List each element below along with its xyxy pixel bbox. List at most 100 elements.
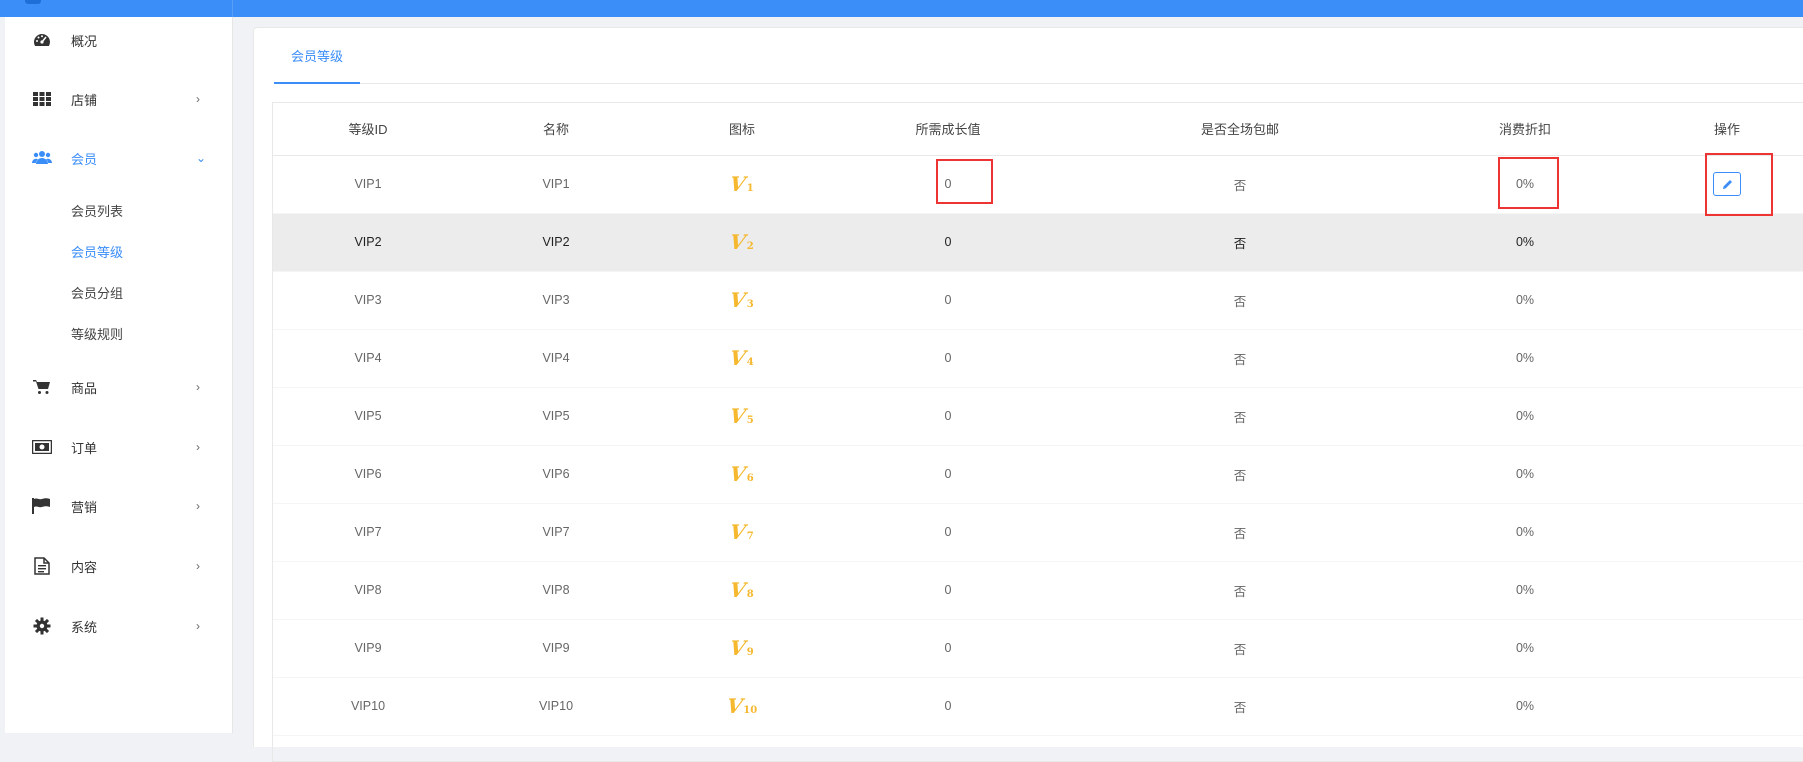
cell-name: VIP6 bbox=[463, 445, 649, 504]
table-row: VIP7 VIP7 V 7 0 否 0% bbox=[273, 503, 1803, 562]
tab-bar: 会员等级 bbox=[274, 28, 1803, 84]
cell-actions bbox=[1631, 677, 1803, 736]
vip-badge-icon: V2 bbox=[728, 230, 754, 254]
sidebar-item-label: 系统 bbox=[71, 619, 98, 635]
pencil-icon bbox=[1722, 179, 1732, 189]
cell-name: VIP5 bbox=[463, 387, 649, 446]
cell-icon: V 10 bbox=[649, 677, 835, 736]
cell-growth: 0 bbox=[835, 213, 1061, 272]
cell-free-shipping: 否 bbox=[1061, 677, 1419, 736]
cell-level-id: VIP10 bbox=[273, 677, 463, 736]
cell-growth: 0 bbox=[835, 271, 1061, 330]
cell-actions bbox=[1631, 387, 1803, 446]
cell-name: VIP4 bbox=[463, 329, 649, 388]
cell-name: VIP7 bbox=[463, 503, 649, 562]
cell-level-id: VIP4 bbox=[273, 329, 463, 388]
cell-icon: V6 bbox=[649, 445, 835, 504]
cell-free-shipping: 否 bbox=[1061, 213, 1419, 272]
cell-free-shipping: 否 bbox=[1061, 561, 1419, 620]
sidebar-sub-level-rules[interactable]: 等级规则 bbox=[71, 324, 123, 343]
sidebar-item-order[interactable]: 订单 › bbox=[0, 427, 233, 467]
cell-discount: 0% bbox=[1419, 155, 1631, 214]
sidebar-item-system[interactable]: 系统 › bbox=[0, 606, 233, 646]
vip-badge-level: 3 bbox=[746, 299, 754, 310]
cart-icon bbox=[32, 377, 52, 397]
edit-button[interactable] bbox=[1713, 172, 1741, 196]
column-header-free-shipping: 是否全场包邮 bbox=[1061, 103, 1419, 156]
vip-badge-level: 5 bbox=[746, 415, 754, 426]
cell-level-id: VIP9 bbox=[273, 619, 463, 678]
cell-discount: 0% bbox=[1419, 677, 1631, 736]
table-row: VIP3 VIP3 V 3 0 否 0% bbox=[273, 271, 1803, 330]
cell-discount: 0% bbox=[1419, 271, 1631, 330]
document-icon bbox=[32, 556, 52, 576]
column-header-discount: 消费折扣 bbox=[1419, 103, 1631, 156]
sidebar-item-label: 会员 bbox=[71, 151, 98, 167]
sidebar-item-member[interactable]: 会员 ⌄ bbox=[0, 138, 233, 178]
cell-name: VIP2 bbox=[463, 213, 649, 272]
cell-icon: V5 bbox=[649, 387, 835, 446]
vip-badge-level: 7 bbox=[746, 531, 754, 542]
cell-icon: V4 bbox=[649, 329, 835, 388]
cell-growth: 0 bbox=[835, 503, 1061, 562]
vip-badge-icon: V9 bbox=[728, 636, 754, 660]
vip-badge-icon: V5 bbox=[728, 404, 754, 428]
cell-actions bbox=[1631, 503, 1803, 562]
chevron-right-icon: › bbox=[196, 440, 200, 454]
cell-actions bbox=[1631, 329, 1803, 388]
users-icon bbox=[32, 148, 52, 168]
sidebar-item-content[interactable]: 内容 › bbox=[0, 546, 233, 586]
cell-level-id: VIP2 bbox=[273, 213, 463, 272]
chevron-right-icon: › bbox=[196, 92, 200, 106]
cell-icon: V7 bbox=[649, 503, 835, 562]
vip-badge-icon: V1 bbox=[728, 172, 754, 196]
sidebar-item-marketing[interactable]: 营销 › bbox=[0, 486, 233, 526]
sidebar-sub-member-list[interactable]: 会员列表 bbox=[71, 201, 123, 220]
vip-badge-icon: V8 bbox=[728, 578, 754, 602]
cell-actions bbox=[1631, 445, 1803, 504]
column-header-name: 名称 bbox=[463, 103, 649, 156]
member-level-table: 等级ID 名称 图标 所需成长值 是否全场包邮 消费折扣 操作 VIP1 VIP1… bbox=[272, 102, 1803, 762]
sidebar-item-store[interactable]: 店铺 › bbox=[0, 79, 233, 119]
cell-name: VIP9 bbox=[463, 619, 649, 678]
sidebar-sub-member-group[interactable]: 会员分组 bbox=[71, 283, 123, 302]
cell-free-shipping: 否 bbox=[1061, 445, 1419, 504]
chevron-right-icon: › bbox=[196, 499, 200, 513]
logo bbox=[25, 0, 41, 4]
cell-growth: 0 bbox=[835, 329, 1061, 388]
money-icon bbox=[32, 437, 52, 457]
sidebar-item-overview[interactable]: 概况 bbox=[0, 20, 233, 60]
cell-free-shipping: 否 bbox=[1061, 329, 1419, 388]
cell-actions bbox=[1631, 155, 1803, 214]
sidebar-item-label: 营销 bbox=[71, 499, 98, 515]
sidebar-item-product[interactable]: 商品 › bbox=[0, 367, 233, 407]
vip-badge-icon: V6 bbox=[728, 462, 754, 486]
tab-member-level[interactable]: 会员等级 bbox=[274, 28, 360, 84]
vip-badge-level: 1 bbox=[746, 183, 754, 194]
cell-level-id: VIP8 bbox=[273, 561, 463, 620]
sidebar-item-label: 概况 bbox=[71, 33, 98, 49]
cell-name: VIP8 bbox=[463, 561, 649, 620]
chevron-right-icon: › bbox=[196, 559, 200, 573]
sidebar-item-label: 店铺 bbox=[71, 92, 98, 108]
chevron-right-icon: › bbox=[196, 380, 200, 394]
grid-icon bbox=[32, 89, 52, 109]
cell-icon: V2 bbox=[649, 213, 835, 272]
table-header-row: 等级ID 名称 图标 所需成长值 是否全场包邮 消费折扣 操作 bbox=[273, 103, 1803, 156]
top-bar bbox=[0, 0, 1803, 17]
cell-actions bbox=[1631, 271, 1803, 330]
sidebar-sub-member-level[interactable]: 会员等级 bbox=[71, 242, 123, 261]
cell-growth: 0 bbox=[835, 155, 1061, 214]
sidebar-item-label: 内容 bbox=[71, 559, 98, 575]
flag-icon bbox=[32, 496, 52, 516]
cell-name: VIP3 bbox=[463, 271, 649, 330]
table-row: VIP9 VIP9 V 9 0 否 0% bbox=[273, 619, 1803, 678]
cell-discount: 0% bbox=[1419, 387, 1631, 446]
cell-level-id: VIP3 bbox=[273, 271, 463, 330]
column-header-level-id: 等级ID bbox=[273, 103, 463, 156]
table-row: VIP5 VIP5 V 5 0 否 0% bbox=[273, 387, 1803, 446]
vip-badge-level: 4 bbox=[746, 357, 754, 368]
topbar-divider bbox=[232, 0, 233, 17]
dashboard-icon bbox=[32, 30, 52, 50]
vip-badge-level: 10 bbox=[743, 705, 758, 716]
